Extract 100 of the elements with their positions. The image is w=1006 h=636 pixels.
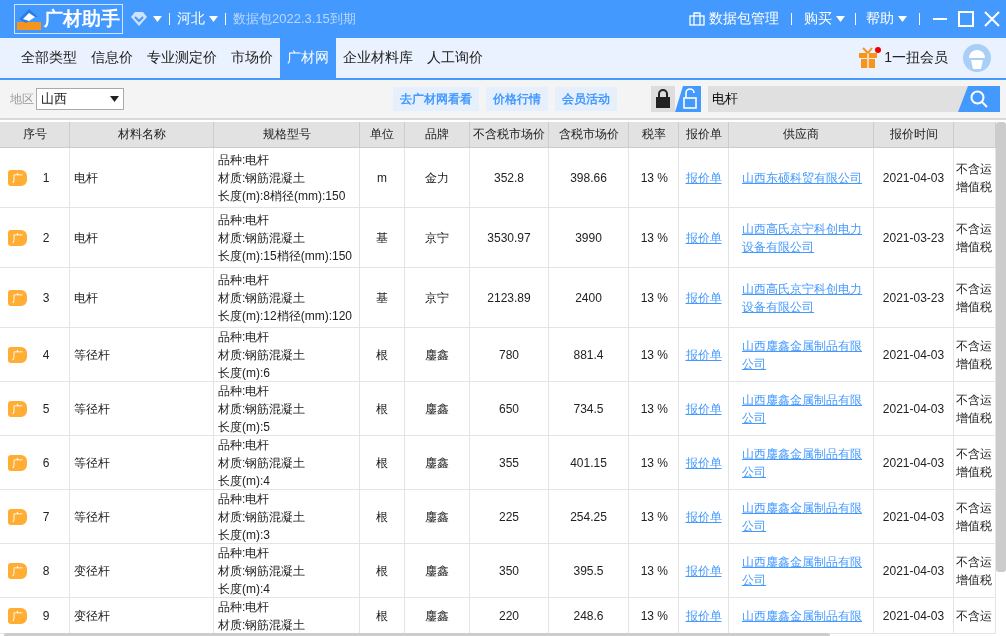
table-cell: 2021-03-23	[874, 268, 954, 328]
table-cell: 881.4	[549, 328, 629, 382]
nav-tab[interactable]: 全部类型	[14, 38, 84, 78]
column-header[interactable]: 品牌	[405, 122, 470, 148]
column-header[interactable]: 报价时间	[874, 122, 954, 148]
quote-link[interactable]: 报价单	[685, 453, 722, 472]
link-button[interactable]: 去广材网看看	[393, 87, 479, 111]
table-cell: 13 %	[629, 148, 679, 208]
table-cell: 鏖鑫	[405, 436, 470, 490]
spec-line: 长度(m):6	[218, 364, 270, 381]
table-cell: 2400	[549, 268, 629, 328]
row-number: 1	[41, 169, 51, 187]
column-header[interactable]: 不含税市场价	[470, 122, 549, 148]
note-line: 增值税	[956, 355, 992, 373]
table-cell: 鏖鑫	[405, 490, 470, 544]
nav-tab[interactable]: 人工询价	[420, 38, 490, 78]
quote-link[interactable]: 报价单	[685, 345, 722, 364]
note-line: 不含运	[956, 445, 992, 463]
table-cell: 电杆	[70, 268, 214, 328]
menu-button[interactable]: 购买	[804, 10, 845, 28]
source-tag: 广	[8, 400, 27, 417]
spec-line: 长度(m):8梢径(mm):150	[218, 187, 346, 205]
column-header[interactable]: 材料名称	[70, 122, 214, 148]
spec-line: 材质:钢筋混凝土	[218, 508, 306, 526]
supplier-link[interactable]: 山西鏖鑫金属制品有限公司	[742, 498, 863, 535]
column-header[interactable]: 报价单	[679, 122, 729, 148]
nav-tab[interactable]: 企业材料库	[336, 38, 420, 78]
source-tag: 广	[8, 454, 27, 471]
quote-link[interactable]: 报价单	[685, 399, 722, 418]
table-cell: 2021-04-03	[874, 328, 954, 382]
maximize-icon[interactable]	[958, 11, 974, 27]
nav-tab[interactable]: 专业测定价	[140, 38, 224, 78]
quote-link[interactable]: 报价单	[685, 606, 722, 625]
supplier-link[interactable]: 山西鏖鑫金属制品有限公司	[742, 444, 863, 481]
table-cell: 355	[470, 436, 549, 490]
quote-link[interactable]: 报价单	[685, 228, 722, 247]
table-cell: 395.5	[549, 544, 629, 598]
menu-button[interactable]: 帮助	[866, 10, 907, 28]
region-select[interactable]: 山西	[36, 88, 124, 110]
avatar-icon[interactable]	[962, 43, 992, 73]
data-pack-button[interactable]: 数据包管理	[689, 10, 779, 28]
table-cell: 鏖鑫	[405, 382, 470, 436]
note-line: 增值税	[956, 409, 992, 427]
quote-link[interactable]: 报价单	[685, 507, 722, 526]
source-tag: 广	[8, 346, 27, 363]
table-cell: 2021-04-03	[874, 598, 954, 634]
table-cell: 基	[360, 208, 405, 268]
table-cell: 13 %	[629, 208, 679, 268]
column-header[interactable]: 供应商	[729, 122, 874, 148]
nav-tab[interactable]: 广材网	[280, 38, 336, 78]
table-cell: m	[360, 148, 405, 208]
member-link[interactable]: 1一扭会员	[884, 49, 948, 67]
note-line: 不含运	[956, 499, 992, 517]
table-cell: 根	[360, 544, 405, 598]
close-icon[interactable]	[984, 11, 1000, 27]
spec-line: 品种:电杆	[218, 151, 270, 169]
source-tag: 广	[8, 508, 27, 525]
caret-icon	[209, 16, 218, 22]
supplier-link[interactable]: 山西鏖鑫金属制品有限	[742, 606, 862, 625]
column-header[interactable]: 税率	[629, 122, 679, 148]
column-header[interactable]: 含税市场价	[549, 122, 629, 148]
nav-tab[interactable]: 市场价	[224, 38, 280, 78]
link-button[interactable]: 会员活动	[555, 87, 617, 111]
spec-line: 材质:钢筋混凝土	[218, 616, 306, 633]
diamond-icon[interactable]	[131, 12, 147, 26]
supplier-link[interactable]: 山西高氏京宁科创电力设备有限公司	[742, 219, 863, 256]
table-cell: 225	[470, 490, 549, 544]
link-button[interactable]: 价格行情	[486, 87, 548, 111]
column-header[interactable]: 单位	[360, 122, 405, 148]
table-cell: 电杆	[70, 148, 214, 208]
table-cell: 等径杆	[70, 490, 214, 544]
supplier-link[interactable]: 山西鏖鑫金属制品有限公司	[742, 390, 863, 427]
supplier-link[interactable]: 山西高氏京宁科创电力设备有限公司	[742, 279, 863, 316]
vertical-scrollbar[interactable]	[996, 122, 1006, 572]
gift-icon[interactable]	[858, 47, 883, 69]
nav-tab[interactable]: 信息价	[84, 38, 140, 78]
spec-line: 长度(m):4	[218, 580, 270, 597]
lock-icon[interactable]	[651, 86, 675, 112]
supplier-link[interactable]: 山西鏖鑫金属制品有限公司	[742, 336, 863, 373]
row-number: 6	[41, 454, 51, 472]
note-line: 不含运	[956, 220, 992, 238]
column-header[interactable]: 序号	[0, 122, 70, 148]
expiry-text: 数据包2022.3.15到期	[233, 10, 356, 28]
table-cell: 2021-03-23	[874, 208, 954, 268]
spec-line: 品种:电杆	[218, 382, 270, 400]
column-header[interactable]: 规格型号	[214, 122, 360, 148]
table-cell: 13 %	[629, 328, 679, 382]
note-line: 增值税	[956, 238, 992, 256]
quote-link[interactable]: 报价单	[685, 288, 722, 307]
table-cell: 电杆	[70, 208, 214, 268]
quote-link[interactable]: 报价单	[685, 561, 722, 580]
spec-line: 材质:钢筋混凝土	[218, 400, 306, 418]
supplier-link[interactable]: 山西东硕科贸有限公司	[742, 168, 862, 187]
table-cell: 根	[360, 328, 405, 382]
region-dropdown[interactable]: 河北	[177, 10, 218, 28]
quote-link[interactable]: 报价单	[685, 168, 722, 187]
table-cell: 2021-04-03	[874, 490, 954, 544]
search-field[interactable]: 电杆	[708, 86, 968, 112]
region-label: 地区	[10, 90, 34, 108]
supplier-link[interactable]: 山西鏖鑫金属制品有限公司	[742, 552, 863, 589]
